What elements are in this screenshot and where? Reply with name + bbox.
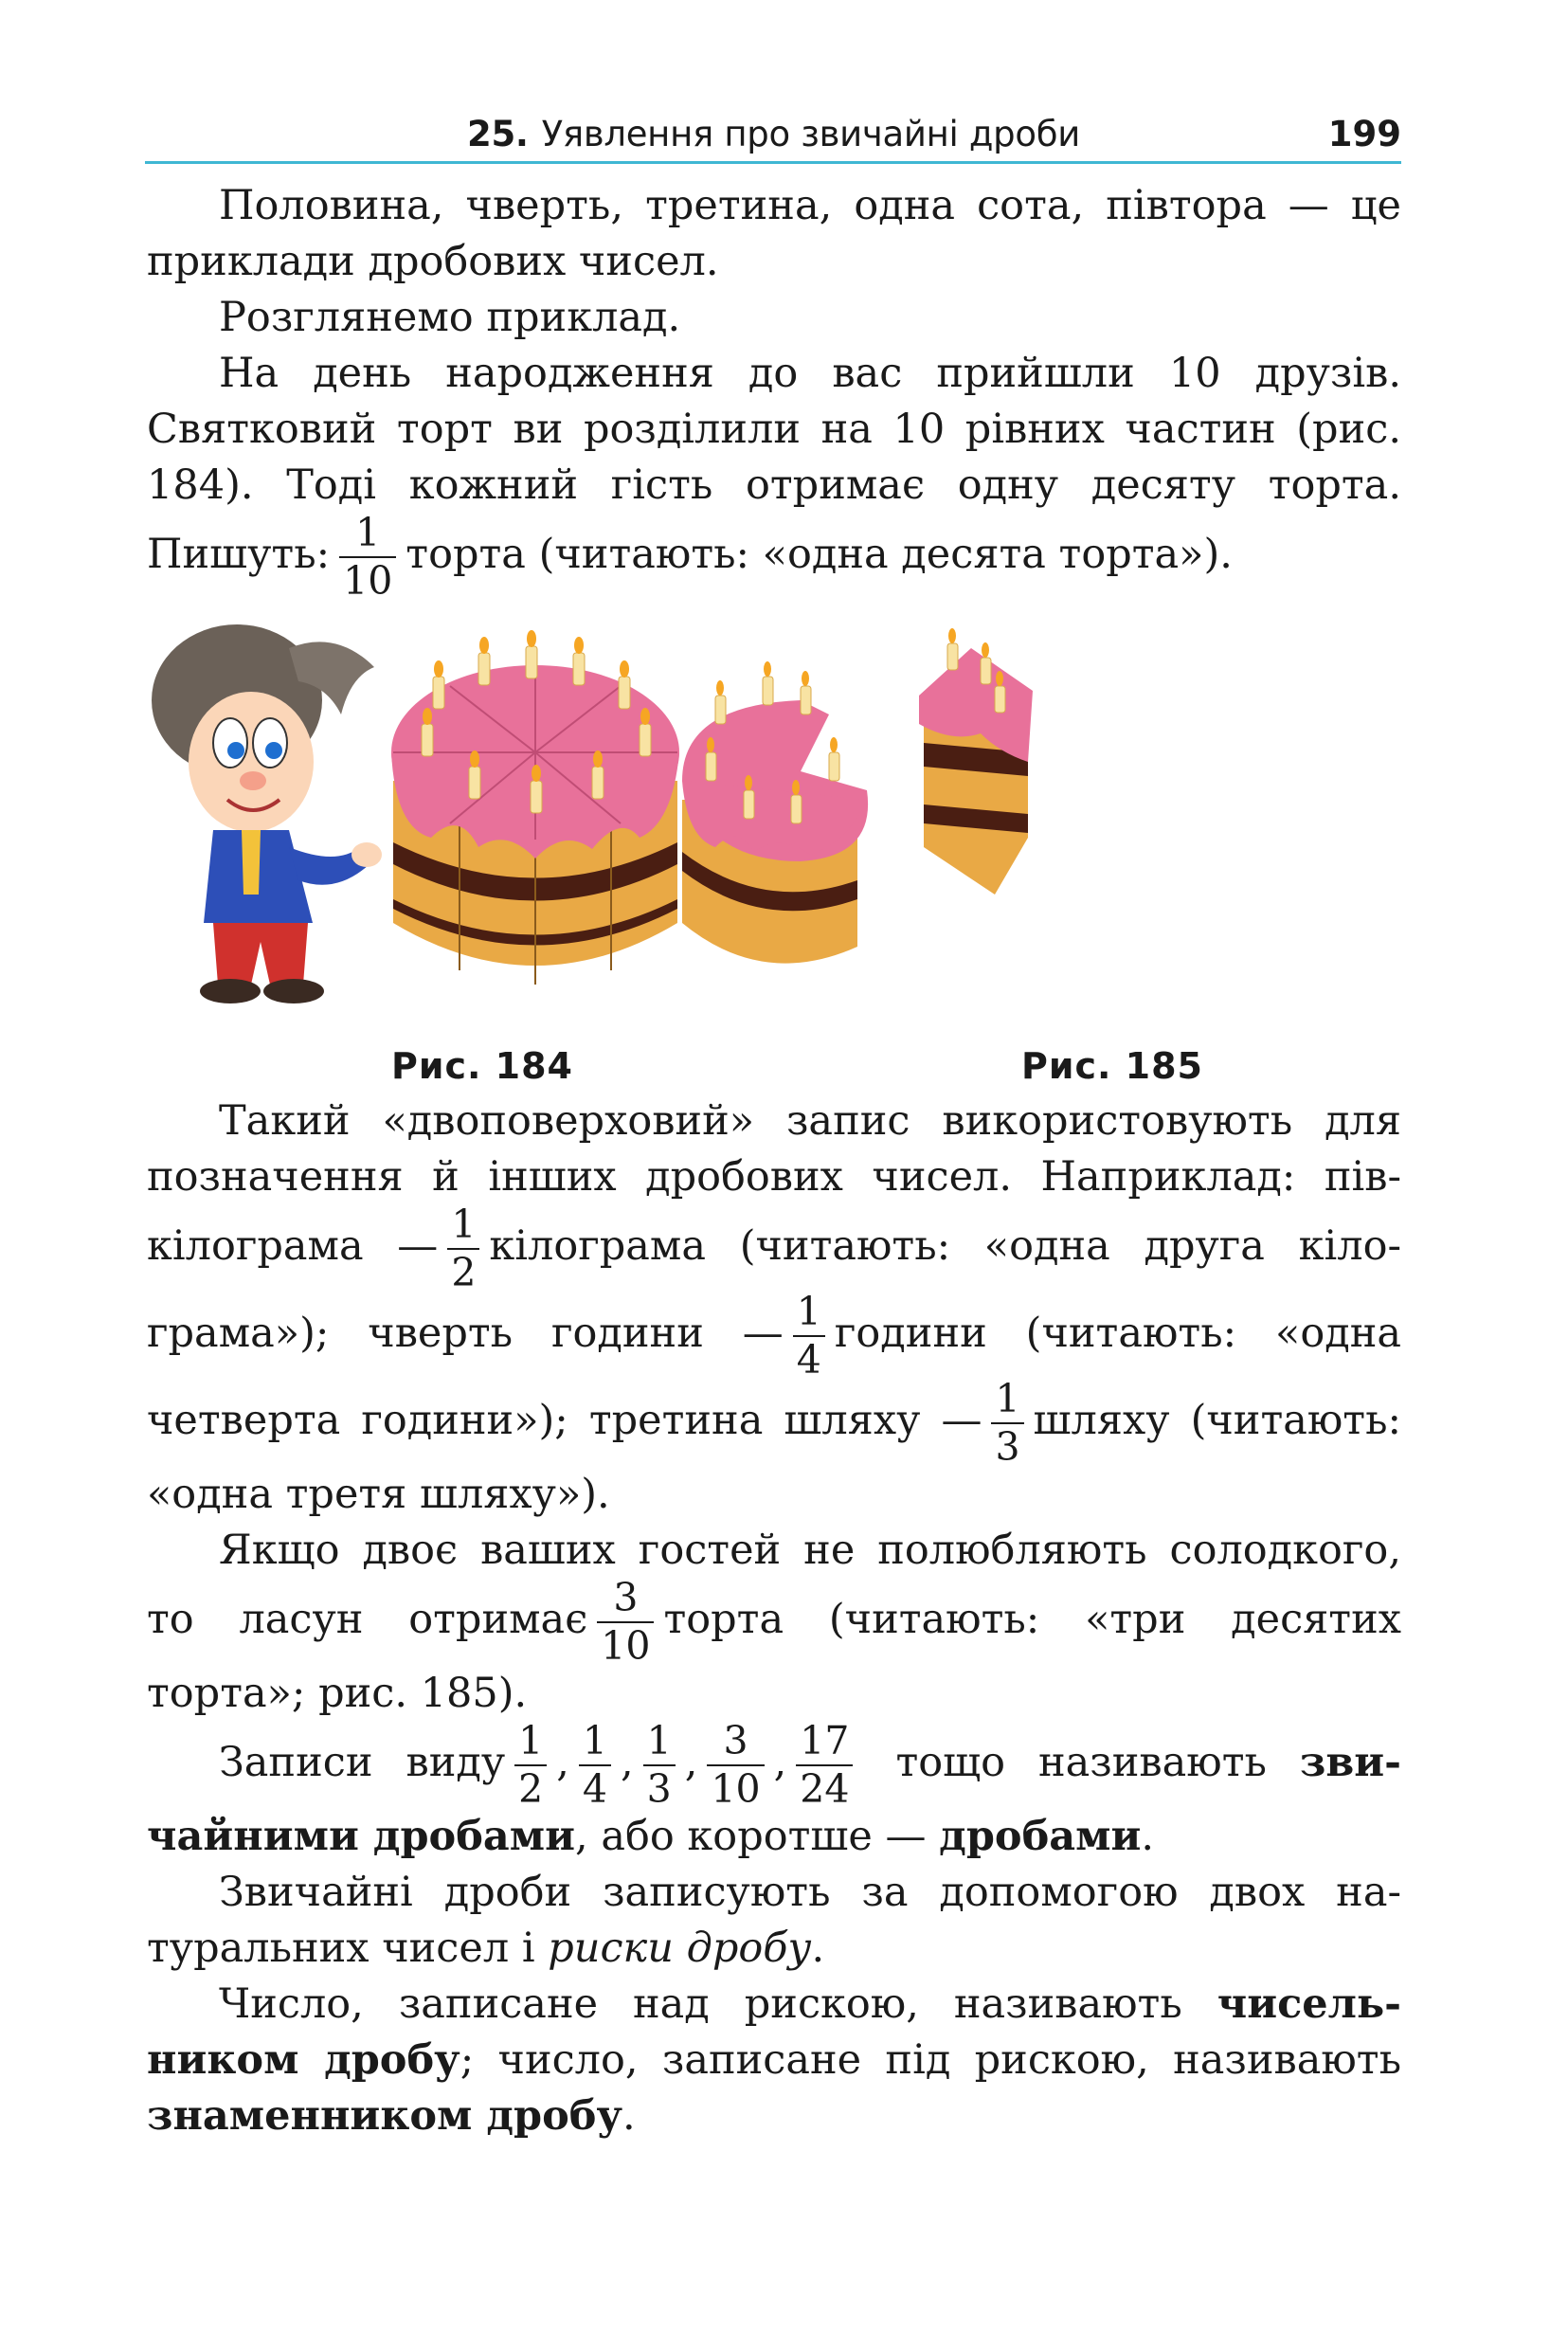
whole-cake-figure (391, 630, 679, 985)
fraction-1-10: 1 10 (339, 510, 397, 601)
paragraph-2: Розглянемо приклад. (219, 294, 681, 341)
paragraph-5: Якщо двоє ваших гостей не полюбляють сол… (147, 1523, 1401, 1722)
cake-slice-figure (919, 628, 1033, 895)
fraction-example-1-3: 13 (642, 1718, 676, 1809)
numerator: 3 (723, 1718, 748, 1763)
p6-text-d: . (1141, 1813, 1155, 1860)
paragraph-4: Такий «двоповерховий» запис використовую… (147, 1094, 1401, 1523)
caption-fig-184: Рис. 184 (391, 1045, 573, 1087)
paragraph-7: Звичайні дроби записують за допомогою дв… (147, 1865, 1401, 1977)
page-content: Половина, чверть, третина, одна сота, пі… (147, 178, 1401, 2144)
numerator: 17 (800, 1718, 850, 1763)
fraction-example-3-10: 3 10 (707, 1718, 765, 1809)
fraction-3-10: 3 10 (597, 1575, 655, 1666)
fraction-1-2: 12 (447, 1202, 480, 1292)
paragraph-8: Число, записане над рискою, називають чи… (147, 1977, 1401, 2144)
p8-text-c: . (622, 2092, 636, 2140)
p6-text-c: , або коротше — (575, 1813, 927, 1860)
p8-text-a: Число, записане над рискою, називають (219, 1980, 1182, 2028)
p3-text-b: торта (читають: «одна десята торта»). (406, 531, 1233, 578)
term-fraction-bar: риски дробу (548, 1925, 812, 1972)
paragraph-3: На день народження до вас прийшли 10 дру… (147, 346, 1401, 601)
section-title-text: Уявлення про звичайні дроби (541, 114, 1081, 154)
denominator: 4 (578, 1764, 611, 1809)
term-fractions: дробами (939, 1813, 1142, 1860)
comma: , (684, 1739, 698, 1786)
denominator: 10 (339, 556, 397, 601)
paragraph-1: Половина, чверть, третина, одна сота, пі… (147, 182, 1401, 285)
figures-row: Рис. 184 Рис. 185 (147, 601, 1401, 1094)
comma: , (621, 1739, 634, 1786)
fraction-example-1-2: 12 (514, 1718, 548, 1809)
denominator: 3 (642, 1764, 676, 1809)
denominator: 24 (796, 1764, 854, 1809)
fraction-1-4: 14 (792, 1289, 825, 1380)
p6-text-a: Записи виду (219, 1739, 506, 1786)
numerator: 1 (582, 1718, 607, 1763)
paragraph-6: Записи виду 1 2, 1 4, 1 3, 3 10, 17 24 тощо назива… (147, 1722, 1401, 1865)
partial-cake-figure (682, 661, 869, 964)
numerator: 1 (646, 1718, 672, 1763)
denominator: 4 (792, 1335, 825, 1380)
section-title: 25. Уявлення про звичайні дроби (467, 114, 1080, 154)
fraction-example-1-4: 14 (578, 1718, 611, 1809)
fraction-example-17-24: 17 24 (796, 1718, 854, 1809)
denominator: 10 (707, 1764, 765, 1809)
denominator: 3 (991, 1422, 1024, 1467)
caption-fig-185: Рис. 185 (1021, 1045, 1203, 1087)
numerator: 1 (355, 510, 381, 555)
p8-text-b: ; число, записане під рискою, називають (460, 2036, 1401, 2084)
cartoon-boy-figure (152, 624, 382, 1003)
numerator: 1 (518, 1718, 544, 1763)
section-number: 25. (467, 114, 529, 154)
term-denominator: знаменником дробу (147, 2092, 622, 2140)
numerator: 3 (613, 1575, 639, 1620)
denominator: 2 (447, 1248, 480, 1292)
denominator: 10 (597, 1621, 655, 1666)
page-header: 25. Уявлення про звичайні дроби 199 (145, 102, 1401, 164)
comma: , (556, 1739, 569, 1786)
numerator: 1 (451, 1202, 477, 1247)
comma: , (773, 1739, 787, 1786)
p6-text-b: тощо називають (895, 1739, 1267, 1786)
cake-illustrations (152, 624, 1033, 1003)
denominator: 2 (514, 1764, 548, 1809)
page-number: 199 (1327, 114, 1401, 154)
numerator: 1 (995, 1376, 1020, 1421)
p7-text-b: . (811, 1925, 825, 1972)
numerator: 1 (796, 1289, 821, 1334)
fraction-1-3: 13 (991, 1376, 1024, 1467)
